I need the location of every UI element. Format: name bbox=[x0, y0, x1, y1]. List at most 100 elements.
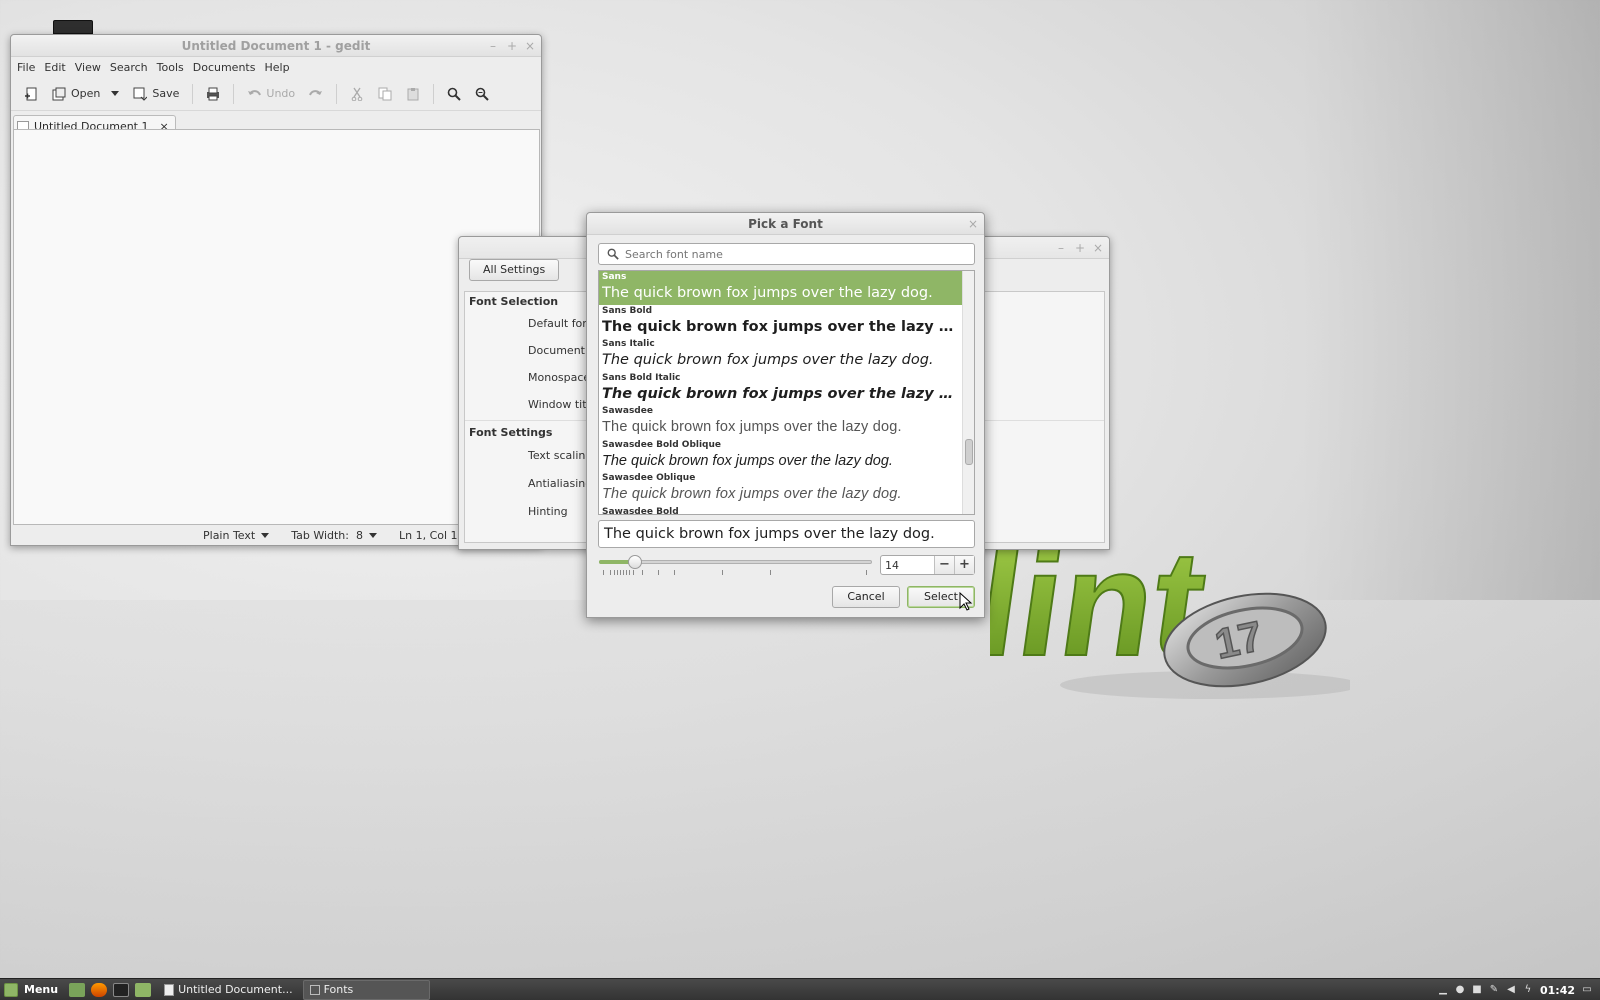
save-icon bbox=[133, 87, 148, 101]
decrease-size-button[interactable]: − bbox=[934, 556, 954, 574]
menu-tools[interactable]: Tools bbox=[154, 61, 190, 74]
font-list-item[interactable]: Sawasdee Bold Oblique The quick brown fo… bbox=[599, 439, 963, 473]
display-icon[interactable]: ▭ bbox=[1582, 985, 1592, 995]
taskbar-task-gedit[interactable]: Untitled Document... bbox=[158, 980, 299, 1000]
open-button[interactable]: Open bbox=[47, 81, 124, 107]
font-size-input[interactable] bbox=[881, 556, 934, 574]
close-icon[interactable]: × bbox=[525, 35, 535, 57]
window-list-icon[interactable]: ▁ bbox=[1438, 985, 1448, 995]
gedit-titlebar[interactable]: Untitled Document 1 - gedit – + × bbox=[11, 35, 541, 57]
desktop-shadow bbox=[1300, 0, 1600, 600]
font-search-box[interactable] bbox=[598, 243, 975, 265]
show-desktop-icon[interactable] bbox=[69, 982, 86, 997]
fonts-window-controls: – + × bbox=[1057, 237, 1103, 259]
font-search-input[interactable] bbox=[625, 247, 955, 261]
undo-label: Undo bbox=[266, 87, 296, 100]
font-name: Sawasdee Oblique bbox=[602, 473, 696, 483]
gedit-toolbar: Open Save Undo bbox=[11, 77, 541, 111]
print-icon bbox=[207, 87, 220, 100]
firefox-icon[interactable] bbox=[91, 982, 108, 997]
scrollbar-thumb[interactable] bbox=[965, 439, 973, 465]
toolbar-separator bbox=[336, 83, 338, 104]
maximize-icon[interactable]: + bbox=[1075, 237, 1085, 259]
copy-icon bbox=[378, 87, 392, 100]
pick-font-titlebar[interactable]: Pick a Font × bbox=[587, 213, 984, 235]
open-recent-dropdown-icon[interactable] bbox=[111, 91, 120, 96]
update-manager-icon[interactable]: ■ bbox=[1472, 985, 1482, 995]
font-sample: The quick brown fox jumps over the lazy … bbox=[602, 486, 902, 502]
clock[interactable]: 01:42 bbox=[1540, 984, 1575, 997]
save-button[interactable]: Save bbox=[128, 81, 184, 107]
minimize-icon[interactable]: – bbox=[489, 35, 497, 57]
cursor-position: Ln 1, Col 1 bbox=[398, 528, 458, 542]
maximize-icon[interactable]: + bbox=[507, 35, 517, 57]
new-document-icon bbox=[25, 87, 37, 100]
power-icon[interactable]: ϟ bbox=[1523, 985, 1533, 995]
terminal-icon[interactable] bbox=[113, 982, 130, 997]
redo-button[interactable] bbox=[304, 81, 328, 107]
user-icon[interactable]: ● bbox=[1455, 985, 1465, 995]
save-label: Save bbox=[152, 87, 180, 100]
all-settings-button[interactable]: All Settings bbox=[469, 259, 560, 281]
search-icon bbox=[447, 87, 461, 101]
font-list-item[interactable]: Sans The quick brown fox jumps over the … bbox=[599, 271, 963, 305]
start-menu-button[interactable]: Menu bbox=[0, 979, 66, 1000]
font-list-item[interactable]: Sans Bold Italic The quick brown fox jum… bbox=[599, 372, 963, 406]
toolbar-separator bbox=[233, 83, 235, 104]
font-name: Sawasdee Bold bbox=[602, 506, 679, 515]
minimize-icon[interactable]: – bbox=[1057, 237, 1065, 259]
font-sample: The quick brown fox jumps over the lazy … bbox=[602, 452, 893, 469]
menu-documents[interactable]: Documents bbox=[190, 61, 262, 74]
taskbar-task-fonts[interactable]: Fonts bbox=[302, 979, 430, 1000]
mint-menu-icon bbox=[4, 982, 18, 997]
copy-button[interactable] bbox=[373, 81, 397, 107]
search-icon bbox=[607, 248, 619, 260]
close-icon[interactable]: × bbox=[1093, 237, 1103, 259]
font-list-item[interactable]: Sawasdee The quick brown fox jumps over … bbox=[599, 405, 963, 439]
gedit-menubar: File Edit View Search Tools Documents He… bbox=[11, 57, 541, 77]
file-manager-icon[interactable] bbox=[135, 982, 152, 997]
new-document-button[interactable] bbox=[19, 81, 43, 107]
taskbar: Menu Untitled Document... Fonts ▁ ● ■ ✎ … bbox=[0, 978, 1600, 1000]
menu-file[interactable]: File bbox=[14, 61, 41, 74]
close-icon[interactable]: × bbox=[968, 213, 978, 235]
menu-edit[interactable]: Edit bbox=[41, 61, 71, 74]
dialog-window-controls: × bbox=[968, 213, 978, 235]
dialog-title: Pick a Font bbox=[748, 217, 823, 231]
font-preview-entry[interactable]: The quick brown fox jumps over the lazy … bbox=[598, 520, 975, 548]
desktop-computer-icon[interactable] bbox=[53, 20, 93, 34]
network-icon[interactable]: ✎ bbox=[1489, 985, 1499, 995]
open-icon bbox=[52, 87, 66, 100]
font-sample: The quick brown fox jumps over the lazy … bbox=[602, 419, 902, 435]
task-label: Fonts bbox=[323, 983, 354, 996]
undo-button[interactable]: Undo bbox=[242, 81, 300, 107]
font-list-item[interactable]: Sans Italic The quick brown fox jumps ov… bbox=[599, 338, 963, 372]
menu-help[interactable]: Help bbox=[261, 61, 295, 74]
cancel-button[interactable]: Cancel bbox=[832, 586, 900, 608]
toolbar-separator bbox=[192, 83, 194, 104]
cut-button[interactable] bbox=[345, 81, 369, 107]
tab-width-selector[interactable]: Tab Width: 8 bbox=[291, 529, 377, 542]
font-size-slider[interactable] bbox=[599, 555, 872, 577]
hinting-label: Hinting bbox=[528, 505, 568, 518]
increase-size-button[interactable]: + bbox=[954, 556, 974, 574]
print-button[interactable] bbox=[201, 81, 225, 107]
font-list-item[interactable]: Sans Bold The quick brown fox jumps over… bbox=[599, 305, 963, 339]
volume-icon[interactable]: ◀ bbox=[1506, 985, 1516, 995]
find-replace-button[interactable] bbox=[470, 81, 494, 107]
language-selector[interactable]: Plain Text bbox=[203, 529, 270, 542]
find-button[interactable] bbox=[442, 81, 466, 107]
font-list-item[interactable]: Sawasdee Oblique The quick brown fox jum… bbox=[599, 472, 963, 506]
font-name: Sawasdee bbox=[602, 406, 653, 416]
undo-icon bbox=[248, 89, 262, 95]
search-replace-icon bbox=[475, 87, 489, 101]
font-list-scrollbar[interactable] bbox=[962, 271, 974, 514]
font-selection-heading: Font Selection bbox=[469, 295, 559, 308]
menu-search[interactable]: Search bbox=[107, 61, 154, 74]
menu-view[interactable]: View bbox=[72, 61, 107, 74]
slider-knob[interactable] bbox=[628, 555, 642, 569]
toolbar-separator bbox=[433, 83, 435, 104]
task-label: Untitled Document... bbox=[178, 983, 293, 996]
font-list-item[interactable]: Sawasdee Bold bbox=[599, 506, 963, 515]
paste-button[interactable] bbox=[401, 81, 425, 107]
